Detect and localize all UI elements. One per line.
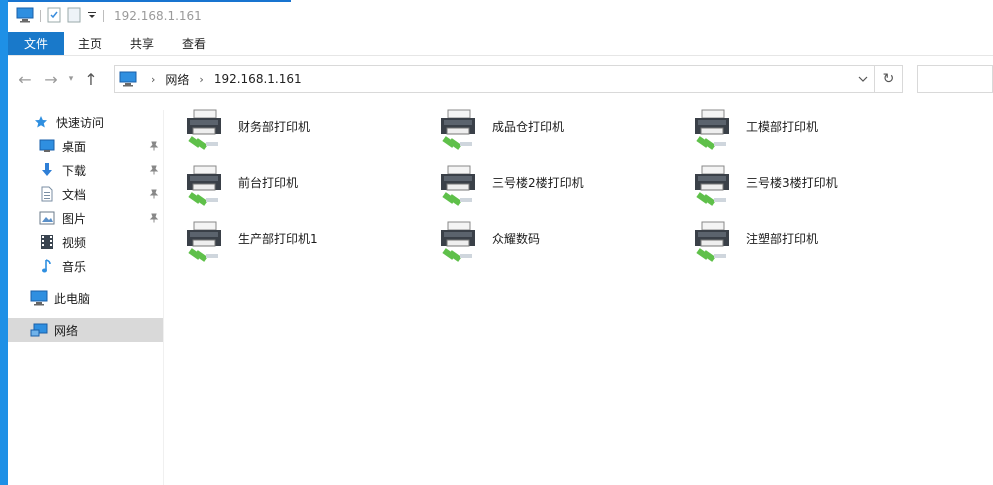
sidebar-item-label: 快速访问 <box>56 115 105 130</box>
sidebar-item-label: 桌面 <box>62 139 87 154</box>
recent-locations-chevron-icon[interactable]: ▾ <box>64 66 78 92</box>
refresh-button[interactable]: ↻ <box>875 65 903 93</box>
pin-icon[interactable] <box>149 140 159 154</box>
printer-label: 成品仓打印机 <box>492 120 565 134</box>
printer-item[interactable]: 工模部打印机 <box>692 108 932 156</box>
sidebar-item-label: 图片 <box>62 211 87 226</box>
printer-icon <box>695 109 729 150</box>
printer-icon <box>441 221 475 262</box>
printer-icon <box>187 221 221 262</box>
breadcrumb-network[interactable]: 网络 <box>165 71 189 88</box>
tab-share[interactable]: 共享 <box>116 32 168 55</box>
forward-arrow-icon[interactable]: → <box>38 66 64 92</box>
desktop-background <box>0 0 8 485</box>
refresh-icon: ↻ <box>882 71 895 87</box>
printer-icon <box>695 165 729 206</box>
breadcrumb-chevron-icon[interactable]: › <box>151 73 155 86</box>
desktop-icon <box>38 137 56 155</box>
sidebar-item-network[interactable]: 网络 <box>8 318 163 342</box>
printer-icon <box>187 109 221 150</box>
printer-item[interactable]: 生产部打印机1 <box>184 220 424 268</box>
download-icon <box>38 161 56 179</box>
breadcrumb-chevron-icon[interactable]: › <box>199 73 203 86</box>
tab-view[interactable]: 查看 <box>168 32 220 55</box>
sidebar-item-label: 此电脑 <box>54 291 91 306</box>
breadcrumb-host[interactable]: 192.168.1.161 <box>214 72 302 86</box>
properties-icon[interactable] <box>47 7 61 26</box>
toolbar-separator <box>40 10 41 22</box>
printer-label: 三号楼2楼打印机 <box>492 176 584 190</box>
printer-item[interactable]: 三号楼3楼打印机 <box>692 164 932 212</box>
video-icon <box>38 233 56 251</box>
back-arrow-icon[interactable]: ← <box>12 66 38 92</box>
document-icon <box>38 185 56 203</box>
printer-label: 财务部打印机 <box>238 120 311 134</box>
sidebar-item-label: 文档 <box>62 187 87 202</box>
printer-item[interactable]: 成品仓打印机 <box>438 108 678 156</box>
sidebar-item-downloads[interactable]: 下载 <box>8 158 163 182</box>
pin-icon[interactable] <box>149 164 159 178</box>
sidebar-item-pictures[interactable]: 图片 <box>8 206 163 230</box>
pin-icon[interactable] <box>149 212 159 226</box>
navigation-pane: 快速访问 桌面 下载 文档 图片 视频 音乐 此电脑 网络 <box>8 110 164 485</box>
tab-file[interactable]: 文件 <box>8 32 64 55</box>
picture-icon <box>38 209 56 227</box>
printer-item[interactable]: 财务部打印机 <box>184 108 424 156</box>
star-icon <box>32 113 50 131</box>
address-dropdown-icon[interactable] <box>852 66 874 92</box>
new-folder-icon[interactable] <box>67 7 81 26</box>
this-pc-icon <box>30 289 48 307</box>
sidebar-item-label: 网络 <box>54 323 79 338</box>
network-computer-icon <box>119 71 137 87</box>
sidebar-item-this-pc[interactable]: 此电脑 <box>8 286 163 310</box>
printer-item[interactable]: 注塑部打印机 <box>692 220 932 268</box>
title-bar: 192.168.1.161 <box>8 2 993 30</box>
toolbar-separator <box>103 10 104 22</box>
sidebar-item-quick-access[interactable]: 快速访问 <box>8 110 163 134</box>
pin-icon[interactable] <box>149 188 159 202</box>
printer-label: 前台打印机 <box>238 176 299 190</box>
computer-icon[interactable] <box>16 7 34 26</box>
printer-label: 生产部打印机1 <box>238 232 318 246</box>
network-icon <box>30 321 48 339</box>
ribbon-tabs: 文件 主页 共享 查看 <box>8 32 993 56</box>
printer-item[interactable]: 三号楼2楼打印机 <box>438 164 678 212</box>
music-icon <box>38 257 56 275</box>
quick-access-toolbar <box>16 2 104 30</box>
printer-icon <box>695 221 729 262</box>
printer-label: 注塑部打印机 <box>746 232 819 246</box>
sidebar-item-music[interactable]: 音乐 <box>8 254 163 278</box>
sidebar-item-desktop[interactable]: 桌面 <box>8 134 163 158</box>
customize-dropdown-icon[interactable] <box>87 9 97 23</box>
navigation-bar: ← → ▾ ↑ › 网络 › 192.168.1.161 ↻ <box>8 62 993 96</box>
printer-icon <box>441 109 475 150</box>
printer-icon <box>441 165 475 206</box>
search-input[interactable] <box>917 65 993 93</box>
sidebar-item-label: 视频 <box>62 235 87 250</box>
sidebar-item-videos[interactable]: 视频 <box>8 230 163 254</box>
up-arrow-icon[interactable]: ↑ <box>78 66 104 92</box>
window-title: 192.168.1.161 <box>114 9 202 23</box>
printer-label: 众耀数码 <box>492 232 541 246</box>
sidebar-item-label: 音乐 <box>62 259 87 274</box>
tab-home[interactable]: 主页 <box>64 32 116 55</box>
printer-label: 三号楼3楼打印机 <box>746 176 838 190</box>
printer-icon <box>187 165 221 206</box>
printer-item[interactable]: 前台打印机 <box>184 164 424 212</box>
printer-item[interactable]: 众耀数码 <box>438 220 678 268</box>
sidebar-item-label: 下载 <box>62 163 87 178</box>
sidebar-item-documents[interactable]: 文档 <box>8 182 163 206</box>
explorer-window: 192.168.1.161 文件 主页 共享 查看 ← → ▾ ↑ › 网络 ›… <box>8 0 993 485</box>
printer-label: 工模部打印机 <box>746 120 819 134</box>
address-bar[interactable]: › 网络 › 192.168.1.161 <box>114 65 875 93</box>
